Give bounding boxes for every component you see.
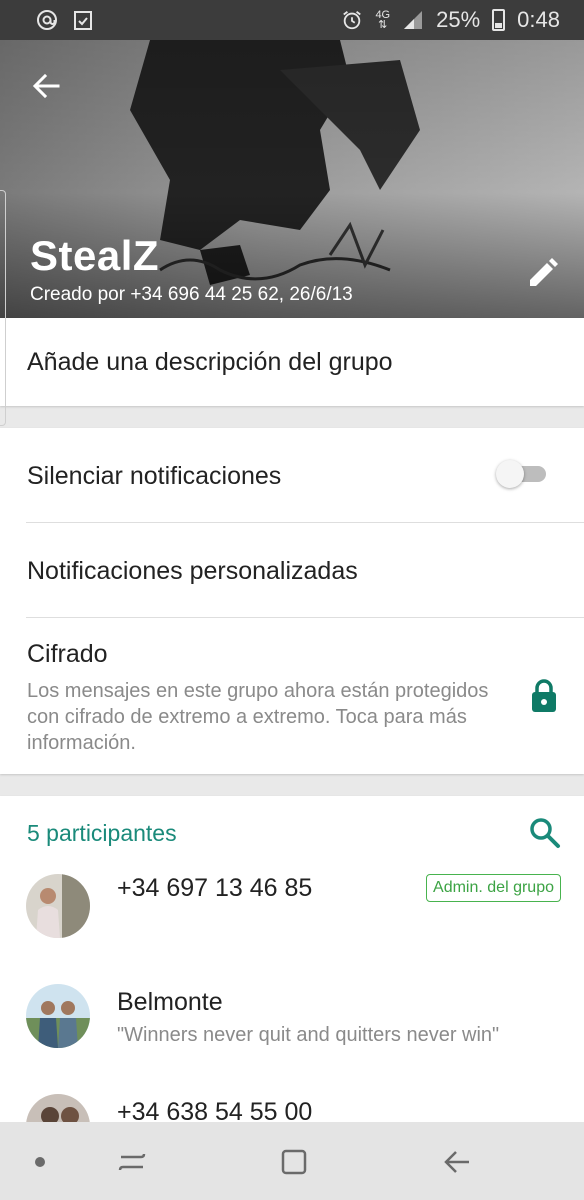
clipboard-check-icon — [72, 9, 94, 31]
at-sign-icon — [36, 9, 58, 31]
lock-icon — [532, 679, 556, 712]
encryption-description: Los mensajes en este grupo ahora están p… — [27, 680, 489, 754]
encryption-title: Cifrado — [27, 640, 108, 668]
mute-toggle[interactable] — [496, 460, 546, 488]
toggle-thumb — [496, 460, 524, 488]
clock: 0:48 — [517, 7, 560, 32]
participants-count: 5 participantes — [27, 820, 177, 846]
arrow-left-icon — [32, 73, 60, 99]
group-description-field[interactable]: Añade una descripción del grupo — [0, 318, 584, 406]
back-button[interactable] — [26, 66, 66, 106]
battery-icon — [492, 9, 506, 31]
search-icon — [530, 818, 560, 848]
group-name: StealZ — [30, 232, 160, 279]
avatar — [26, 984, 90, 1048]
avatar — [26, 874, 90, 938]
mute-notifications-row[interactable]: Silenciar notificaciones — [0, 428, 584, 522]
participant-name: +34 697 13 46 85 — [117, 874, 313, 902]
status-bar: 4G ⇅ 25% 0:48 — [0, 0, 584, 40]
mute-notifications-label: Silenciar notificaciones — [27, 462, 282, 490]
recent-apps-icon — [118, 1153, 146, 1171]
admin-badge: Admin. del grupo — [426, 874, 561, 902]
recent-apps-button[interactable] — [112, 1142, 152, 1182]
system-navigation-bar — [0, 1122, 584, 1200]
nav-dot-button[interactable] — [20, 1142, 60, 1182]
participants-section: 5 participantes +34 697 13 46 85 Admin. … — [0, 796, 584, 1126]
dot-icon — [35, 1157, 45, 1167]
search-participants-button[interactable] — [528, 816, 562, 850]
group-header: StealZ Creado por +34 696 44 25 62, 26/6… — [0, 40, 584, 318]
battery-percent: 25% — [436, 7, 481, 32]
notification-settings: Silenciar notificaciones Notificaciones … — [0, 428, 584, 774]
signal-icon — [402, 9, 424, 31]
description-placeholder: Añade una descripción del grupo — [27, 348, 393, 376]
back-arrow-icon — [444, 1151, 469, 1173]
participant-item[interactable]: Belmonte "Winners never quit and quitter… — [0, 984, 584, 1074]
participant-item[interactable]: +34 697 13 46 85 Admin. del grupo — [0, 872, 584, 962]
edit-group-name-button[interactable] — [522, 254, 562, 294]
participant-name: Belmonte — [117, 988, 223, 1016]
network-type: 4G ⇅ — [375, 9, 391, 31]
participant-status: "Winners never quit and quitters never w… — [117, 1024, 500, 1046]
custom-notifications-row[interactable]: Notificaciones personalizadas — [0, 523, 584, 617]
system-back-button[interactable] — [438, 1142, 478, 1182]
alarm-icon — [341, 9, 363, 31]
home-square-icon — [281, 1149, 307, 1175]
pencil-icon — [530, 258, 558, 286]
group-created-info: Creado por +34 696 44 25 62, 26/6/13 — [30, 284, 353, 305]
home-button[interactable] — [274, 1142, 314, 1182]
custom-notifications-label: Notificaciones personalizadas — [27, 557, 358, 585]
edge-panel-handle[interactable] — [0, 190, 6, 426]
